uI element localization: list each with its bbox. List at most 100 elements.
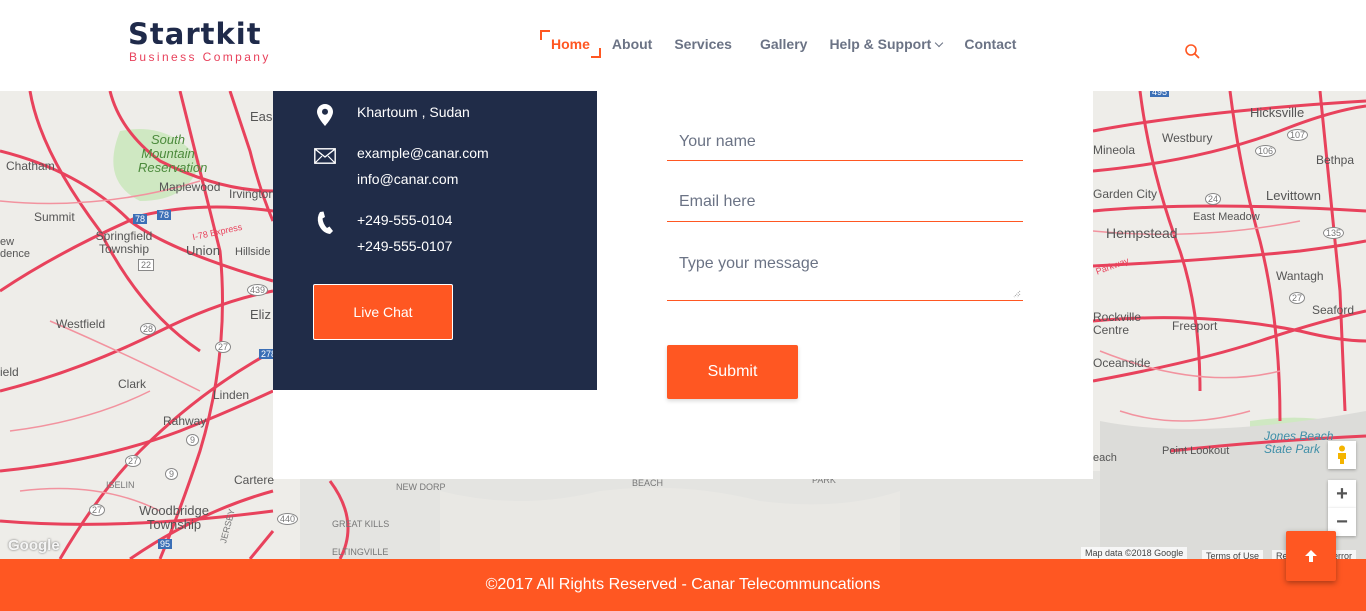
phone-primary[interactable]: +249-555-0104 (357, 207, 452, 233)
map-label-great-kills: GREAT KILLS (332, 519, 390, 529)
map-label-south-mountain: South Mountain Reservation (138, 132, 208, 175)
google-logo[interactable]: Google (8, 537, 60, 554)
site-footer: ©2017 All Rights Reserved - Canar Teleco… (0, 559, 1366, 611)
name-input[interactable] (679, 133, 1011, 151)
route-shield: 106 (1255, 145, 1277, 157)
map-label-east-meadow: East Meadow (1193, 211, 1260, 223)
street-view-icon (1338, 445, 1346, 464)
brand-name: Startkit (128, 17, 262, 51)
map-label-union: Union (186, 243, 220, 258)
location-pin-icon (317, 104, 333, 126)
resize-handle-icon[interactable] (1013, 290, 1021, 298)
map-label-seaford: Seaford (1312, 303, 1355, 317)
site-header: Startkit Business Company Home About Ser… (0, 0, 1366, 91)
map-data-credit: Map data ©2018 Google (1081, 547, 1188, 559)
brand-logo[interactable]: Startkit Business Company (128, 18, 271, 64)
map-label-rahway: Rahway (163, 414, 207, 428)
message-textarea[interactable] (679, 255, 1011, 291)
nav-item-help-support[interactable]: Help & Support (818, 30, 953, 58)
zoom-in-button[interactable]: + (1328, 480, 1356, 508)
route-shield: 95 (158, 539, 173, 549)
phone-row: +249-555-0104 +249-555-0107 (313, 207, 452, 259)
nav-item-gallery[interactable]: Gallery (749, 30, 818, 58)
map-label-each: each (1093, 452, 1117, 464)
route-shield: 78 (157, 210, 172, 220)
map-label-east: Eas (250, 109, 273, 124)
map-label-garden-city: Garden City (1093, 187, 1158, 201)
pegman-icon[interactable] (1328, 441, 1356, 469)
map-label-oceanside: Oceanside (1093, 356, 1151, 370)
address-row: Khartoum , Sudan (313, 99, 470, 126)
map-label-iselin: ISELIN (106, 480, 135, 490)
map-label-summit: Summit (34, 210, 75, 224)
phone-secondary[interactable]: +249-555-0107 (357, 233, 452, 259)
email-field-wrapper (667, 181, 1023, 222)
nav-item-help-support-label: Help & Support (829, 36, 932, 52)
map-label-point-lookout: Point Lookout (1162, 445, 1230, 457)
map-terms-link[interactable]: Terms of Use (1202, 550, 1264, 559)
route-shield: 78 (133, 214, 148, 224)
map-label-westbury: Westbury (1162, 131, 1213, 145)
route-shield: 27 (1289, 292, 1306, 304)
map-label-linden: Linden (213, 388, 250, 402)
email-input[interactable] (679, 193, 1011, 211)
map-label-hicksville: Hicksville (1250, 105, 1305, 120)
back-to-top-button[interactable] (1286, 531, 1336, 581)
arrow-up-icon (1305, 550, 1317, 562)
nav-item-contact[interactable]: Contact (953, 30, 1027, 58)
map-label-westfield: Westfield (56, 317, 106, 331)
map-label-dence: dence (0, 248, 30, 260)
map-label-mineola: Mineola (1093, 143, 1136, 157)
map-label-chatham: Chatham (6, 159, 55, 173)
address-text: Khartoum , Sudan (357, 104, 470, 120)
search-icon[interactable] (1184, 43, 1201, 60)
route-shield: 495 (1150, 91, 1170, 97)
map-label-eliz: Eliz (250, 307, 271, 322)
route-shield: 27 (89, 504, 106, 516)
route-shield: 9 (186, 434, 200, 446)
live-chat-button[interactable]: Live Chat (313, 284, 453, 340)
route-shield: 135 (1323, 227, 1345, 239)
copyright-text: ©2017 All Rights Reserved - Canar Teleco… (485, 576, 881, 593)
route-shield: 439 (247, 284, 269, 296)
email-secondary[interactable]: info@canar.com (357, 166, 489, 192)
map-label-hillside: Hillside (235, 246, 271, 258)
chevron-down-icon (935, 38, 944, 48)
envelope-icon (314, 148, 336, 164)
main-nav: Home About Services Gallery Help & Suppo… (540, 30, 1027, 58)
nav-item-about[interactable]: About (601, 30, 663, 58)
nav-item-home[interactable]: Home (540, 30, 601, 58)
contact-card: Khartoum , Sudan example@canar.com info@… (273, 91, 1093, 479)
route-shield: 24 (1205, 193, 1222, 205)
submit-button[interactable]: Submit (667, 345, 798, 399)
route-shield: 27 (215, 341, 232, 353)
map-label-springfield: Springfield Township (95, 229, 153, 256)
map-label-bethpage: Bethpa (1316, 153, 1355, 167)
name-field-wrapper (667, 121, 1023, 161)
map-label-levittown: Levittown (1266, 188, 1321, 203)
map-label-new-dorp: NEW DORP (396, 482, 446, 492)
map-label-hempstead: Hempstead (1106, 225, 1178, 241)
map-label-wantagh: Wantagh (1276, 269, 1324, 283)
map-label-clark: Clark (118, 377, 147, 391)
nav-item-services[interactable]: Services (663, 30, 743, 58)
map-label-irvington: Irvington (229, 187, 276, 201)
contact-form (667, 121, 1023, 301)
contact-info-panel: Khartoum , Sudan example@canar.com info@… (273, 91, 597, 390)
route-shield: 440 (277, 513, 299, 525)
map-label-field: ield (0, 365, 19, 379)
map-label-beach: BEACH (632, 478, 664, 488)
map-label-rockville: Rockville Centre (1093, 310, 1142, 337)
email-primary[interactable]: example@canar.com (357, 140, 489, 166)
map-label-eltingville: ELTINGVILLE (332, 547, 389, 557)
map-label-carteret: Cartere (234, 473, 275, 487)
map-label-woodbridge: Woodbridge Township (139, 503, 209, 532)
message-field-wrapper (667, 243, 1023, 301)
map-label-ew: ew (0, 236, 15, 248)
route-shield: 107 (1287, 129, 1309, 141)
phone-icon (317, 211, 333, 234)
route-shield: 22 (138, 259, 155, 271)
email-row: example@canar.com info@canar.com (313, 140, 489, 192)
route-shield: 28 (140, 323, 157, 335)
map-label-maplewood: Maplewood (159, 180, 221, 194)
